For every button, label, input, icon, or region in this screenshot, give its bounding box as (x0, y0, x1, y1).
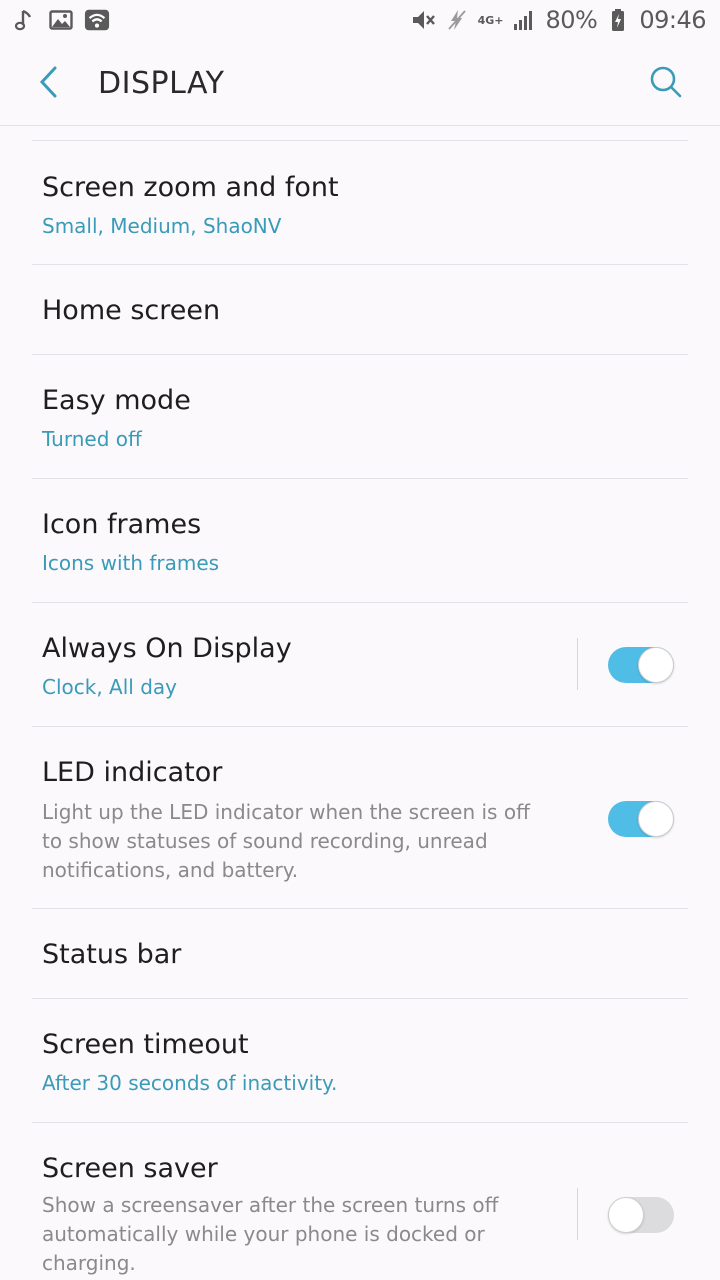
toggle-knob (638, 647, 674, 683)
app-bar: DISPLAY (0, 44, 720, 126)
signal-icon (511, 6, 537, 34)
setting-description: Show a screensaver after the screen turn… (42, 1193, 499, 1275)
battery-charging-icon (605, 6, 631, 34)
vertical-separator (577, 1188, 578, 1240)
status-bar: 4G+ 80% 09:46 (0, 0, 720, 44)
setting-summary: Small, Medium, ShaoNV (42, 214, 282, 238)
setting-title: Icon frames (42, 509, 202, 540)
setting-title: Home screen (42, 295, 221, 326)
setting-title: Status bar (42, 939, 182, 970)
always-on-display-toggle[interactable] (608, 647, 674, 683)
setting-summary: After 30 seconds of inactivity. (42, 1071, 338, 1095)
toggle-knob (608, 1197, 644, 1233)
search-button[interactable] (644, 62, 688, 106)
image-icon (48, 6, 74, 34)
search-icon (649, 65, 683, 103)
setting-summary: Clock, All day (42, 675, 177, 699)
setting-title: Easy mode (42, 385, 191, 416)
setting-title: Screen saver (42, 1153, 218, 1184)
setting-easy-mode[interactable]: Easy mode Turned off (0, 355, 720, 479)
screen-saver-toggle[interactable] (608, 1197, 674, 1233)
no-data-icon (444, 6, 470, 34)
toggle-knob (638, 801, 674, 837)
setting-status-bar[interactable]: Status bar (0, 909, 720, 999)
music-note-icon (12, 6, 38, 34)
led-indicator-toggle[interactable] (608, 801, 674, 837)
setting-title: LED indicator (42, 757, 223, 788)
mute-icon (410, 6, 436, 34)
setting-summary: Icons with frames (42, 551, 220, 575)
page-title: DISPLAY (98, 66, 225, 101)
network-type: 4G+ (477, 13, 504, 27)
setting-icon-frames[interactable]: Icon frames Icons with frames (0, 479, 720, 603)
back-arrow-icon (37, 65, 59, 103)
setting-summary: Turned off (42, 427, 142, 451)
setting-always-on-display[interactable]: Always On Display Clock, All day (0, 603, 720, 727)
vertical-separator (577, 638, 578, 690)
setting-screen-saver[interactable]: Screen saver Show a screensaver after th… (0, 1123, 720, 1280)
setting-title: Screen timeout (42, 1029, 249, 1060)
clock: 09:46 (639, 6, 706, 34)
setting-screen-zoom[interactable]: Screen zoom and font Small, Medium, Shao… (0, 140, 720, 264)
setting-home-screen[interactable]: Home screen (0, 265, 720, 355)
back-button[interactable] (26, 62, 70, 106)
setting-screen-timeout[interactable]: Screen timeout After 30 seconds of inact… (0, 999, 720, 1123)
setting-description: Light up the LED indicator when the scre… (42, 800, 530, 882)
setting-led-indicator[interactable]: LED indicator Light up the LED indicator… (0, 727, 720, 909)
setting-title: Always On Display (42, 633, 292, 664)
setting-title: Screen zoom and font (42, 172, 339, 203)
battery-percent: 80% (545, 6, 598, 34)
wifi-icon (84, 6, 110, 34)
